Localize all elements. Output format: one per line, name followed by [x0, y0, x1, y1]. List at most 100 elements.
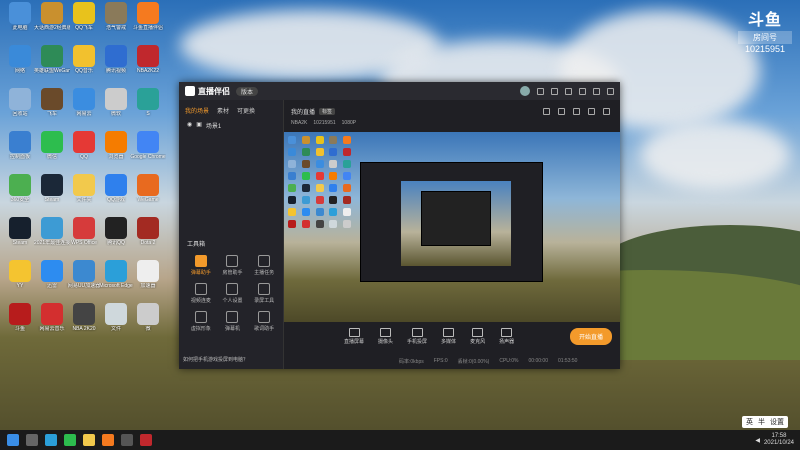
minimize-icon[interactable]: [593, 87, 600, 95]
app-icon: [9, 88, 31, 110]
desktop-icon[interactable]: QQ飞车: [66, 2, 102, 31]
clock[interactable]: 17:58 2021/10/24: [764, 433, 794, 447]
desktop-icon[interactable]: 斗鱼: [2, 303, 38, 332]
ime-bar[interactable]: 英半设置: [742, 416, 788, 428]
ime-item[interactable]: 半: [758, 417, 765, 427]
desktop-icon[interactable]: QQ音乐: [66, 45, 102, 74]
version-badge[interactable]: 版本: [236, 86, 259, 96]
desktop-icon[interactable]: S: [130, 88, 166, 117]
desktop-icon[interactable]: 网易UU加速器: [66, 260, 102, 289]
scene-tab[interactable]: 可更换: [237, 106, 255, 115]
user-avatar[interactable]: [520, 86, 530, 96]
tool-item[interactable]: 录屏工具: [248, 283, 280, 304]
volume-icon[interactable]: ◀: [755, 437, 760, 444]
desktop-icon[interactable]: 微: [130, 303, 166, 332]
tool-item[interactable]: 虚拟形象: [185, 311, 217, 332]
live-title[interactable]: 我的直播: [291, 107, 315, 116]
desktop-icon[interactable]: YY: [2, 260, 38, 289]
settings-icon[interactable]: [565, 87, 572, 95]
status-item: 丢帧:0(0.00%): [457, 359, 490, 365]
desktop-icon[interactable]: Steam: [2, 217, 38, 246]
desktop-icon[interactable]: 微软: [98, 88, 134, 117]
desktop-icon[interactable]: 网易云音乐: [34, 303, 70, 332]
source-button[interactable]: 摄像头: [378, 327, 393, 345]
tool-item[interactable]: 视频连麦: [185, 283, 217, 304]
desktop-icon[interactable]: Microsoft Edge: [98, 260, 134, 289]
help-notice[interactable]: 如何把手机游戏投屏到电脑？: [183, 356, 248, 363]
app-icon[interactable]: [121, 434, 133, 446]
tool-item[interactable]: 主播任务: [248, 255, 280, 276]
watermark-room-id: 10215951: [744, 44, 786, 54]
folder-icon[interactable]: [83, 434, 95, 446]
desktop-icon[interactable]: 回收站: [2, 88, 38, 117]
resolution[interactable]: 1080P: [342, 120, 356, 126]
lock-icon[interactable]: [543, 107, 550, 115]
message-icon[interactable]: [537, 87, 544, 95]
source-button[interactable]: 直播屏幕: [344, 327, 364, 345]
tool-item[interactable]: 个人设置: [217, 283, 249, 304]
shield-icon[interactable]: [573, 107, 580, 115]
tool-item[interactable]: 歌词助手: [248, 311, 280, 332]
search-icon[interactable]: [26, 434, 38, 446]
desktop-icon[interactable]: 飞车: [34, 88, 70, 117]
gift-icon[interactable]: [551, 87, 558, 95]
desktop-icon[interactable]: 控制面板: [2, 131, 38, 160]
source-button[interactable]: 麦克风: [470, 327, 485, 345]
bag-icon[interactable]: [558, 107, 565, 115]
desktop-icon[interactable]: WPS Office: [66, 217, 102, 246]
ime-item[interactable]: 设置: [770, 417, 784, 427]
desktop-icon[interactable]: 此电脑: [2, 2, 38, 31]
desktop-icon[interactable]: 加速器: [130, 260, 166, 289]
scene-tab[interactable]: 素材: [217, 106, 229, 115]
edge-icon[interactable]: [45, 434, 57, 446]
close-icon[interactable]: [607, 87, 614, 95]
desktop-icon[interactable]: 浏览器: [98, 131, 134, 160]
desktop-icon[interactable]: 文件夹: [66, 174, 102, 203]
desktop-icon[interactable]: 网易云: [66, 88, 102, 117]
desktop-icon[interactable]: 迅雷: [34, 260, 70, 289]
menu-icon[interactable]: [579, 87, 586, 95]
app-icon: [105, 174, 127, 196]
desktop-icon[interactable]: Google Chrome: [130, 131, 166, 160]
source-button[interactable]: 多媒体: [441, 327, 456, 345]
desktop-icon[interactable]: 英雄联盟WeGame: [34, 45, 70, 74]
desktop-icon[interactable]: Dota 2: [130, 217, 166, 246]
desktop-icon[interactable]: QQ: [66, 131, 102, 160]
desktop-icon[interactable]: 360安全: [2, 174, 38, 203]
desktop-icon[interactable]: 微信: [34, 131, 70, 160]
desktop-icon[interactable]: Steam: [34, 174, 70, 203]
nba2k-icon[interactable]: [140, 434, 152, 446]
tool-item[interactable]: 弹幕机: [217, 311, 249, 332]
desktop-icon[interactable]: WeGame: [130, 174, 166, 203]
windows-start-icon[interactable]: [7, 434, 19, 446]
live-tag[interactable]: 标签: [319, 107, 336, 115]
desktop-icon[interactable]: 腾讯视频: [98, 45, 134, 74]
start-live-button[interactable]: 开始直播: [569, 327, 612, 345]
tool-item[interactable]: 房管助手: [217, 255, 249, 276]
wechat-icon[interactable]: [64, 434, 76, 446]
category[interactable]: NBA2K: [291, 120, 307, 126]
scene-tab[interactable]: 我的场景: [185, 106, 209, 115]
desktop-icon[interactable]: 腾讯QQ: [98, 217, 134, 246]
desktop-icon[interactable]: QQ游戏: [98, 174, 134, 203]
desktop-icon[interactable]: 斗鱼直播伴侣: [130, 2, 166, 31]
ime-item[interactable]: 英: [746, 417, 753, 427]
stream-preview[interactable]: [284, 132, 620, 322]
scene-item[interactable]: ◉ ▣ 场景1: [179, 118, 283, 133]
lock-icon[interactable]: ▣: [196, 121, 202, 130]
source-button[interactable]: 扬声器: [499, 327, 514, 345]
preview-icon: [329, 184, 338, 192]
desktop-icon[interactable]: 文件: [98, 303, 134, 332]
eye-icon[interactable]: ◉: [187, 121, 192, 130]
desktop-icon[interactable]: 浩气警戒: [98, 2, 134, 31]
source-button[interactable]: 手机投屏: [407, 327, 427, 345]
desktop-icon[interactable]: NBA2K22: [130, 45, 166, 74]
desktop-icon[interactable]: 网络: [2, 45, 38, 74]
desktop-icon[interactable]: 2021年最佳连接: [34, 217, 70, 246]
bell-icon[interactable]: [588, 107, 595, 115]
share-icon[interactable]: [603, 107, 610, 115]
tool-item[interactable]: 弹幕助手: [185, 255, 217, 276]
douyu-icon[interactable]: [102, 434, 114, 446]
desktop-icon[interactable]: NBA 2K20: [66, 303, 102, 332]
desktop-icon[interactable]: 大话西游2经典版: [34, 2, 70, 31]
